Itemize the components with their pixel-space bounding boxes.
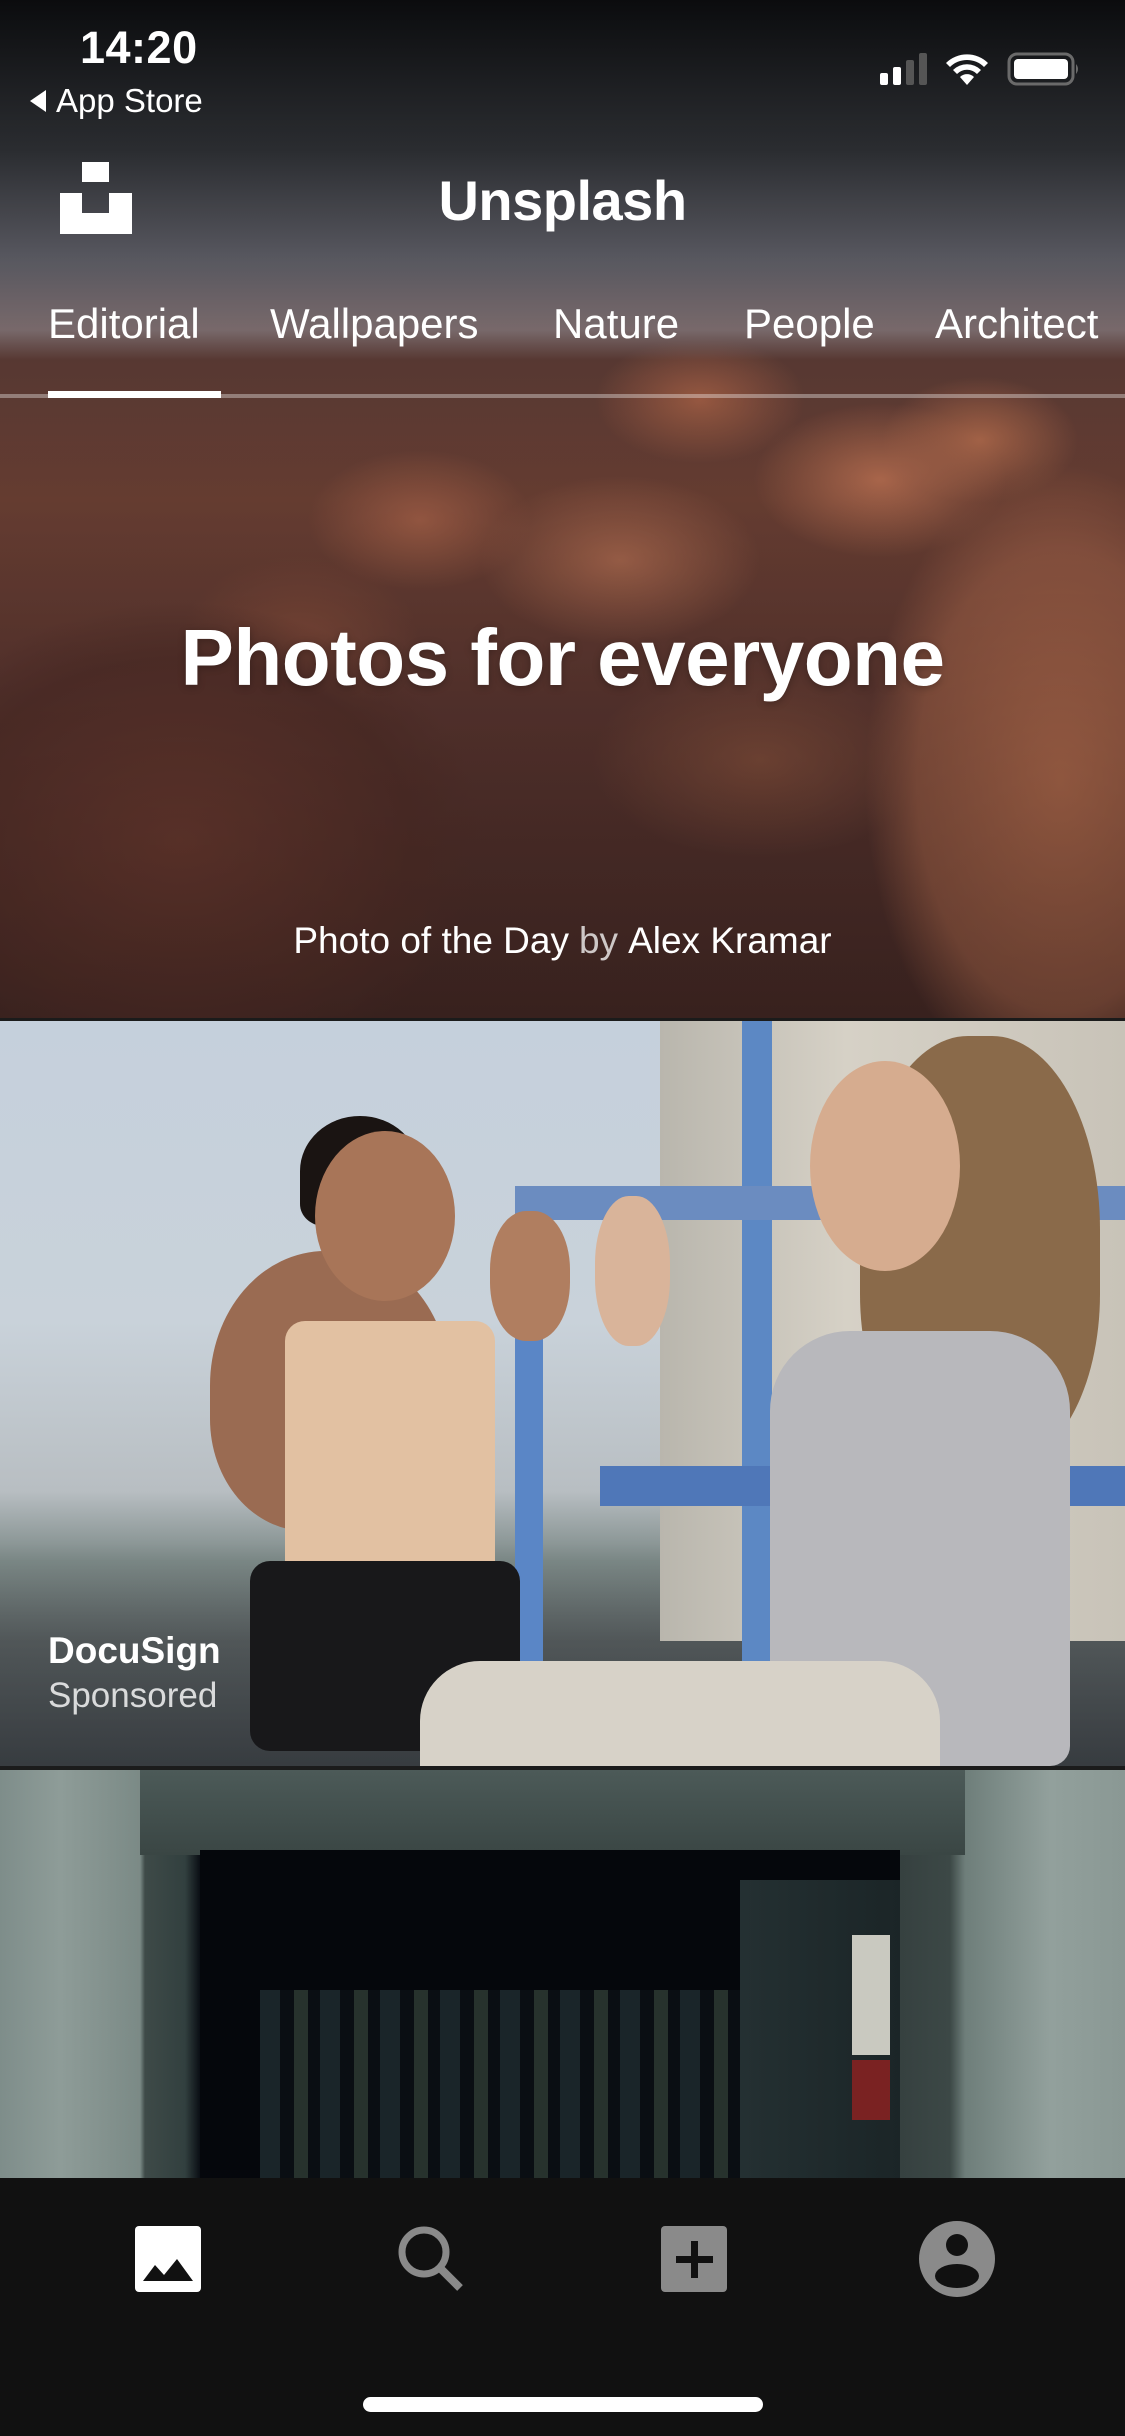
battery-icon <box>1007 52 1078 86</box>
tab-architecture[interactable]: Architect <box>935 300 1098 348</box>
account-circle-icon <box>919 2221 995 2297</box>
add-square-icon <box>661 2226 727 2292</box>
status-time: 14:20 <box>80 22 198 73</box>
back-to-app-store[interactable]: App Store <box>30 82 203 120</box>
tab-search[interactable] <box>386 2214 476 2304</box>
active-tab-indicator <box>48 391 221 398</box>
tab-editorial[interactable]: Editorial <box>48 300 200 348</box>
tab-people[interactable]: People <box>744 300 875 348</box>
tab-nature[interactable]: Nature <box>553 300 679 348</box>
photographer-name[interactable]: Alex Kramar <box>628 920 832 961</box>
back-app-label: App Store <box>56 82 203 119</box>
wifi-icon <box>946 54 988 85</box>
feed-photo[interactable] <box>0 1770 1125 2178</box>
caption-prefix: Photo of the Day <box>293 920 569 961</box>
tab-profile[interactable] <box>912 2214 1002 2304</box>
status-icons <box>880 52 1081 86</box>
category-tabs: Editorial Wallpapers Nature People Archi… <box>0 300 1125 396</box>
signal-icon <box>880 53 927 85</box>
sponsored-label: Sponsored <box>48 1676 218 1715</box>
caption-by: by <box>578 920 619 961</box>
tab-photos[interactable] <box>123 2214 213 2304</box>
photo-of-the-day-caption[interactable]: Photo of the Day by Alex Kramar <box>0 920 1125 962</box>
tab-upload[interactable] <box>649 2214 739 2304</box>
hero-title: Photos for everyone <box>180 613 945 702</box>
search-icon <box>398 2226 463 2291</box>
tab-wallpapers[interactable]: Wallpapers <box>270 300 479 348</box>
app-title: Unsplash <box>438 169 687 232</box>
sponsor-name[interactable]: DocuSign <box>48 1630 221 1672</box>
hero-overlay <box>0 0 1125 1018</box>
image-icon <box>135 2226 201 2292</box>
back-triangle-icon <box>30 90 46 112</box>
home-indicator[interactable] <box>363 2397 763 2412</box>
